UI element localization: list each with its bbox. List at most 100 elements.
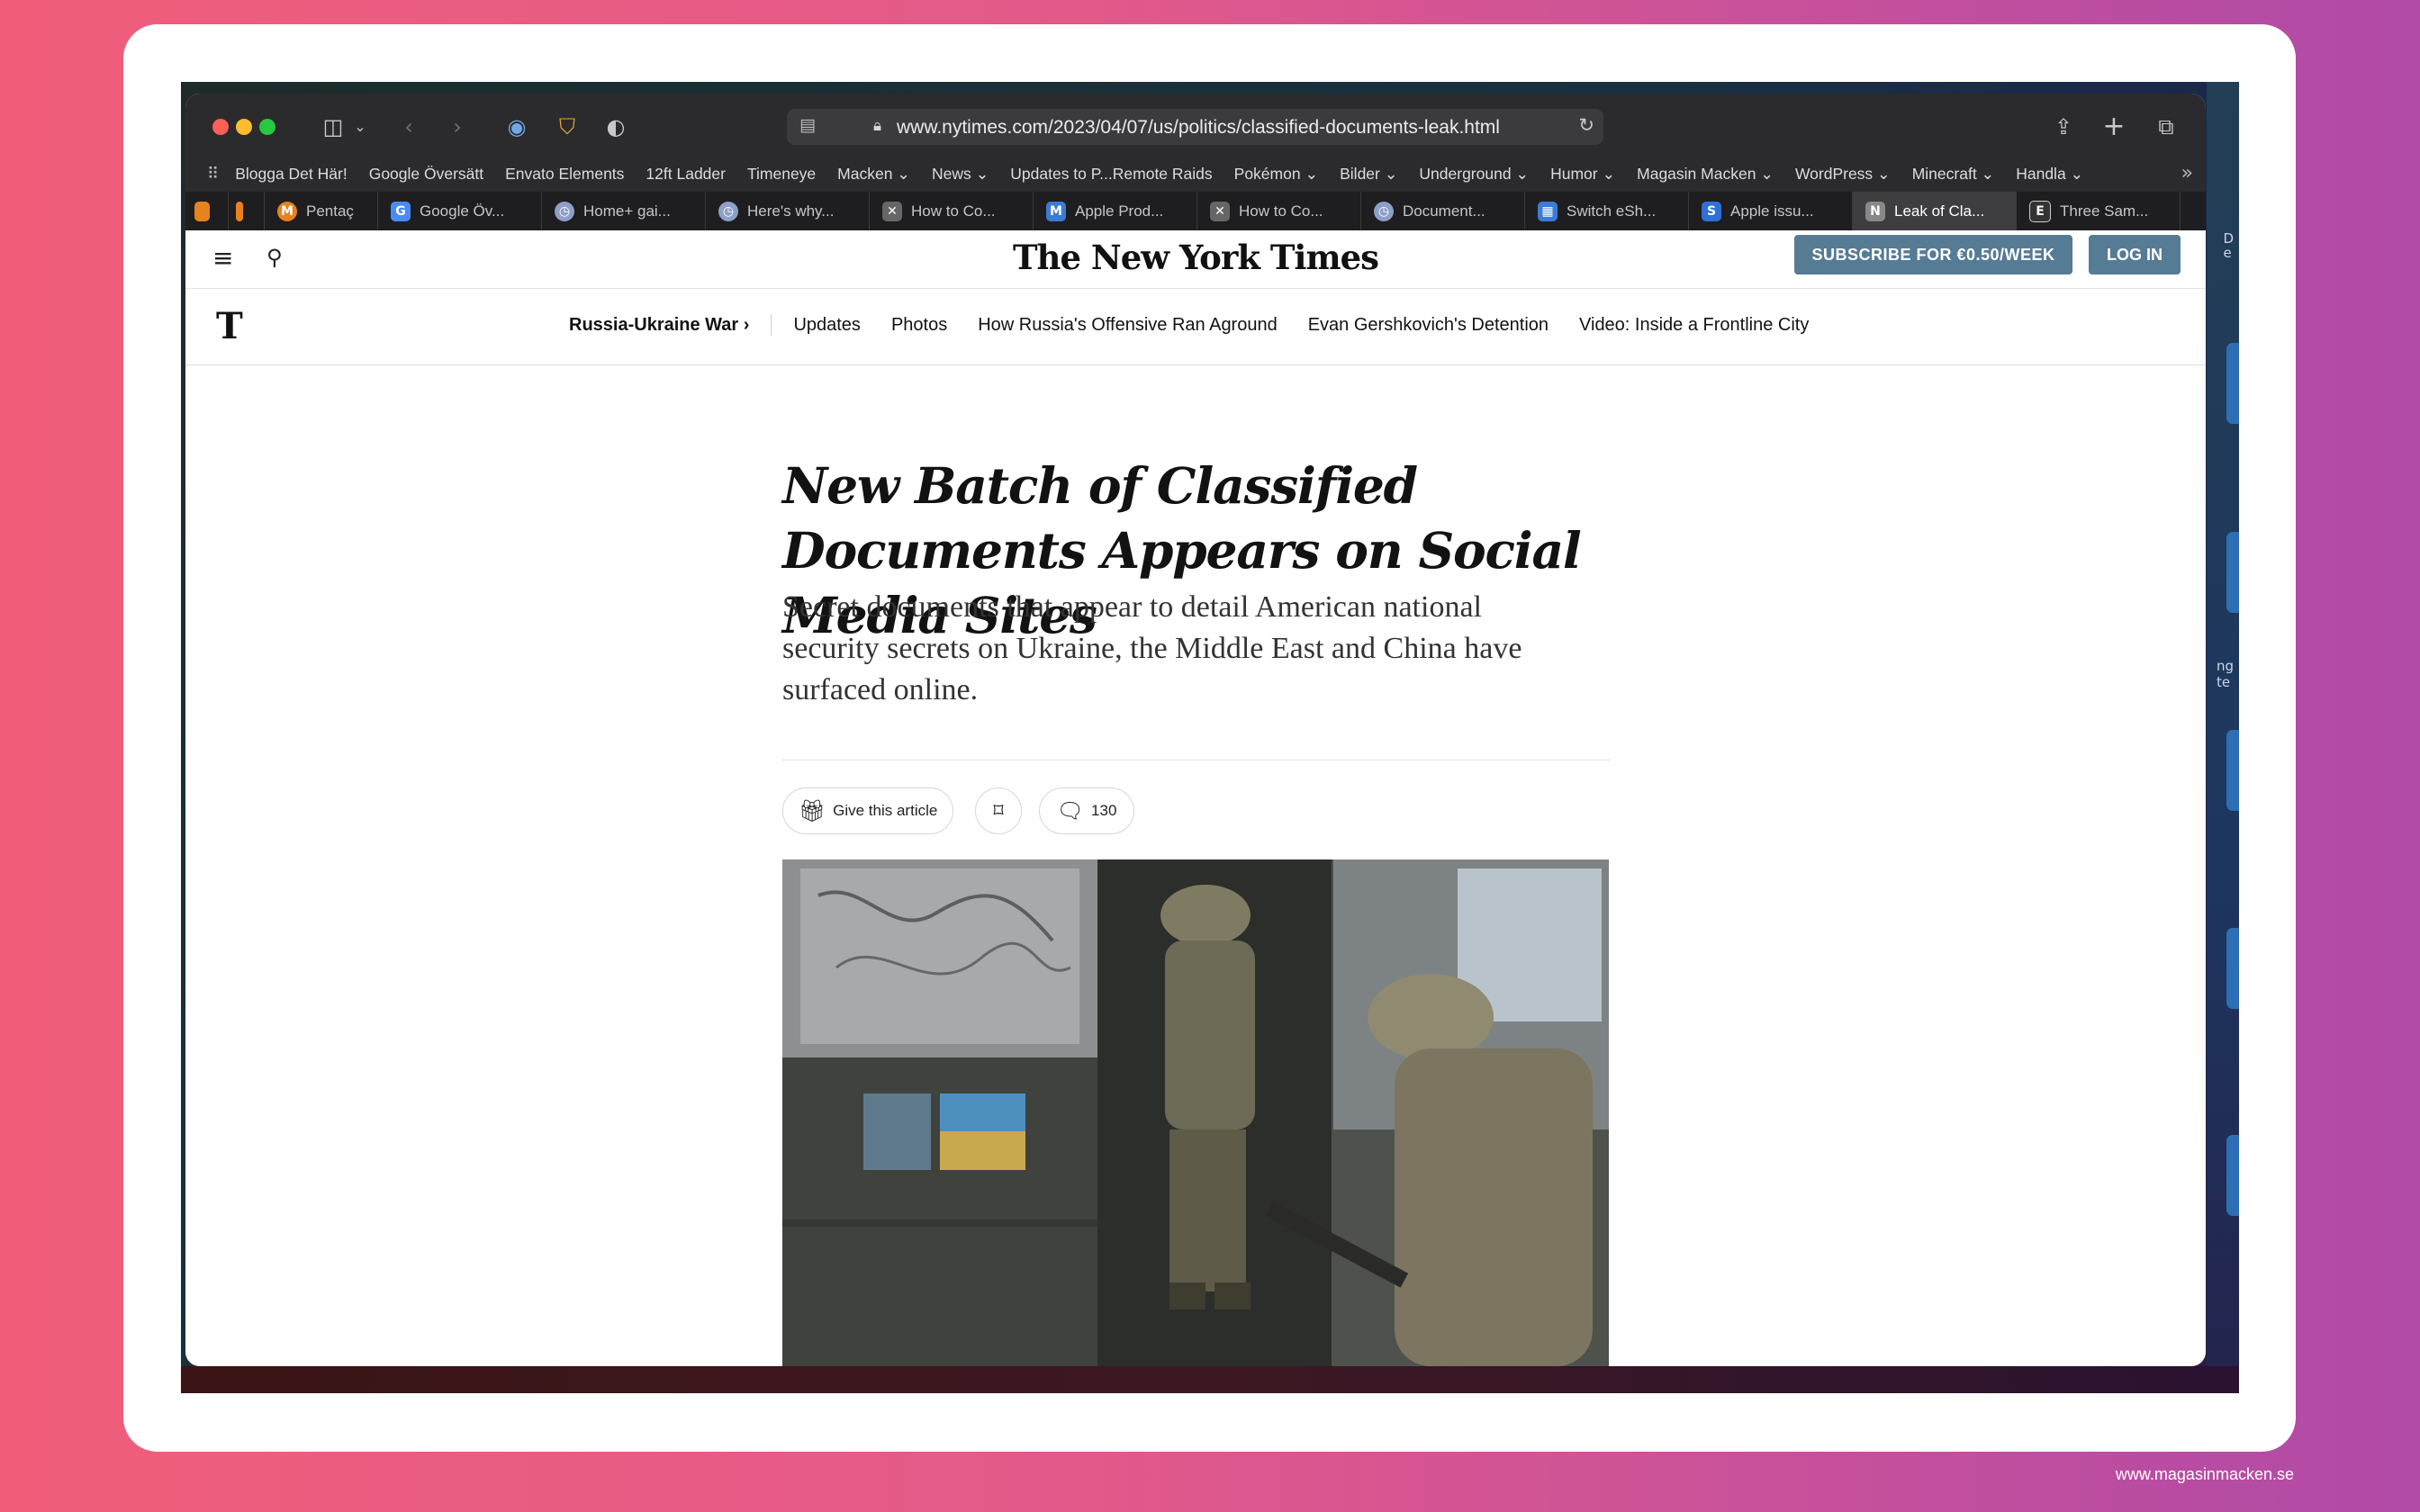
tab-favicon: ◷: [718, 201, 738, 221]
privacy-shield-icon[interactable]: ◐: [601, 113, 630, 140]
bookmark-folder[interactable]: Bilder ⌄: [1340, 165, 1397, 184]
tab-label: Google Öv...: [420, 202, 505, 220]
sidebar-icon[interactable]: ◫: [319, 113, 348, 140]
give-article-button[interactable]: 🎁︎ Give this article: [782, 788, 953, 834]
tab-overview-icon[interactable]: ⧉: [2152, 113, 2181, 140]
comment-count: 130: [1091, 802, 1117, 819]
nav-divider: [771, 314, 772, 336]
address-bar[interactable]: ▤ 🔒︎ www.nytimes.com/2023/04/07/us/polit…: [787, 109, 1603, 145]
tab[interactable]: [229, 192, 265, 230]
lock-icon: 🔒︎: [873, 117, 882, 135]
tab[interactable]: G Google Öv...: [378, 192, 542, 230]
nav-link-offensive[interactable]: How Russia's Offensive Ran Aground: [978, 315, 1278, 336]
tab[interactable]: M Pentaç: [265, 192, 378, 230]
desktop-screenshot: D e ng te ◫ ⌄ ‹ › ◉ ⛉ ◐ ▤ 🔒︎ www.nytimes…: [181, 82, 2239, 1393]
tab-favicon: [194, 201, 210, 221]
bookmark-folder[interactable]: Underground ⌄: [1419, 165, 1529, 184]
nyt-page: ≡ ⚲ The New York Times SUBSCRIBE FOR €0.…: [185, 230, 2206, 1366]
article-summary: Secret documents that appear to detail A…: [782, 590, 1522, 706]
forward-icon[interactable]: ›: [447, 113, 468, 140]
minimize-window-button[interactable]: [236, 119, 252, 135]
tab-favicon: M: [277, 201, 297, 221]
tab-favicon: ✕: [1210, 201, 1230, 221]
tab[interactable]: [185, 192, 229, 230]
bookmark-folder[interactable]: WordPress ⌄: [1795, 165, 1891, 184]
nav-link-detention[interactable]: Evan Gershkovich's Detention: [1308, 315, 1549, 336]
desktop-widget: [2226, 730, 2239, 811]
desktop-bottom-strip: [181, 1366, 2239, 1393]
nav-link-photos[interactable]: Photos: [891, 315, 947, 336]
back-icon[interactable]: ‹: [398, 113, 420, 140]
tab-label: Pentaç: [306, 202, 354, 220]
tab[interactable]: S Apple issu...: [1689, 192, 1853, 230]
desktop-right-strip: [2207, 82, 2239, 1393]
bookmark-folder[interactable]: Pokémon ⌄: [1234, 165, 1318, 184]
subscribe-button[interactable]: SUBSCRIBE FOR €0.50/WEEK: [1794, 235, 2072, 274]
tab-favicon: [236, 201, 243, 221]
shield-check-icon[interactable]: ⛉: [553, 113, 582, 140]
reader-icon[interactable]: ▤: [799, 115, 816, 135]
tab-label: Three Sam...: [2060, 202, 2149, 220]
tab-active[interactable]: N Leak of Cla...: [1853, 192, 2017, 230]
tab[interactable]: M Apple Prod...: [1034, 192, 1197, 230]
reload-icon[interactable]: ↻: [1578, 114, 1594, 136]
tab[interactable]: ✕ How to Co...: [870, 192, 1034, 230]
grid-icon[interactable]: ⠿: [207, 165, 219, 184]
tab[interactable]: ◷ Home+ gai...: [542, 192, 706, 230]
bookmark-item[interactable]: 12ft Ladder: [646, 165, 726, 184]
tab[interactable]: ▦ Switch eSh...: [1525, 192, 1689, 230]
section-nav: T Russia-Ukraine War › Updates Photos Ho…: [185, 289, 2206, 365]
save-button[interactable]: ⌑: [975, 788, 1022, 834]
bookmark-folder[interactable]: Minecraft ⌄: [1912, 165, 1995, 184]
chevron-down-icon[interactable]: ⌄: [351, 113, 369, 140]
tab[interactable]: ◷ Here's why...: [706, 192, 870, 230]
bookmark-item[interactable]: Google Översätt: [369, 165, 483, 184]
tab[interactable]: ◷ Document...: [1361, 192, 1525, 230]
tab-label: Here's why...: [747, 202, 835, 220]
tab[interactable]: ✕ How to Co...: [1197, 192, 1361, 230]
password-icon[interactable]: ◉: [502, 113, 531, 140]
section-title-link[interactable]: Russia-Ukraine War ›: [569, 315, 749, 336]
tab-label: Apple issu...: [1730, 202, 1814, 220]
close-window-button[interactable]: [212, 119, 229, 135]
nav-link-updates[interactable]: Updates: [793, 315, 861, 336]
desktop-side-text: ng te: [2216, 658, 2234, 690]
desktop-widget: [2226, 1135, 2239, 1216]
tab-bar: M Pentaç G Google Öv... ◷ Home+ gai... ◷ Her…: [185, 192, 2206, 230]
tab-favicon: E: [2029, 200, 2051, 222]
tab-favicon: ◷: [555, 201, 574, 221]
tab-label: Apple Prod...: [1075, 202, 1164, 220]
zoom-window-button[interactable]: [259, 119, 275, 135]
tab-label: Document...: [1403, 202, 1485, 220]
bookmark-folder[interactable]: Magasin Macken ⌄: [1637, 165, 1774, 184]
tab-favicon: G: [391, 201, 411, 221]
login-button[interactable]: LOG IN: [2089, 235, 2181, 274]
nyt-t-logo[interactable]: T: [216, 305, 243, 347]
bookmark-folder[interactable]: Humor ⌄: [1550, 165, 1615, 184]
desktop-side-text: D e: [2223, 230, 2234, 261]
more-bookmarks-icon[interactable]: »: [2181, 162, 2193, 184]
section-links: Russia-Ukraine War › Updates Photos How …: [569, 314, 1839, 336]
desktop-widget: [2226, 532, 2239, 613]
url-text[interactable]: www.nytimes.com/2023/04/07/us/politics/c…: [897, 117, 1500, 139]
bookmark-item[interactable]: Updates to P...Remote Raids: [1010, 165, 1212, 184]
comments-button[interactable]: 🗨︎ 130: [1039, 788, 1134, 834]
desktop-widget: [2226, 343, 2239, 424]
bookmark-folder[interactable]: Macken ⌄: [837, 165, 910, 184]
bookmark-item[interactable]: Envato Elements: [505, 165, 624, 184]
bookmark-icon: ⌑: [993, 799, 1004, 823]
bookmark-folder[interactable]: News ⌄: [932, 165, 989, 184]
nav-link-video[interactable]: Video: Inside a Frontline City: [1579, 315, 1809, 336]
tab[interactable]: E Three Sam...: [2017, 192, 2181, 230]
tab-favicon: S: [1702, 201, 1721, 221]
bookmark-item[interactable]: Timeneye: [747, 165, 816, 184]
bookmark-folder[interactable]: Handla ⌄: [2016, 165, 2083, 184]
comment-icon: 🗨︎: [1056, 798, 1085, 824]
gift-icon: 🎁︎: [798, 798, 826, 824]
safari-window: ◫ ⌄ ‹ › ◉ ⛉ ◐ ▤ 🔒︎ www.nytimes.com/2023/…: [185, 94, 2206, 1366]
bookmark-item[interactable]: Blogga Det Här!: [235, 165, 348, 184]
share-icon[interactable]: ⇪: [2049, 113, 2078, 140]
new-tab-icon[interactable]: +: [2099, 113, 2128, 140]
article-photo: [782, 860, 1609, 1366]
soldiers-photo: [782, 860, 1609, 1366]
